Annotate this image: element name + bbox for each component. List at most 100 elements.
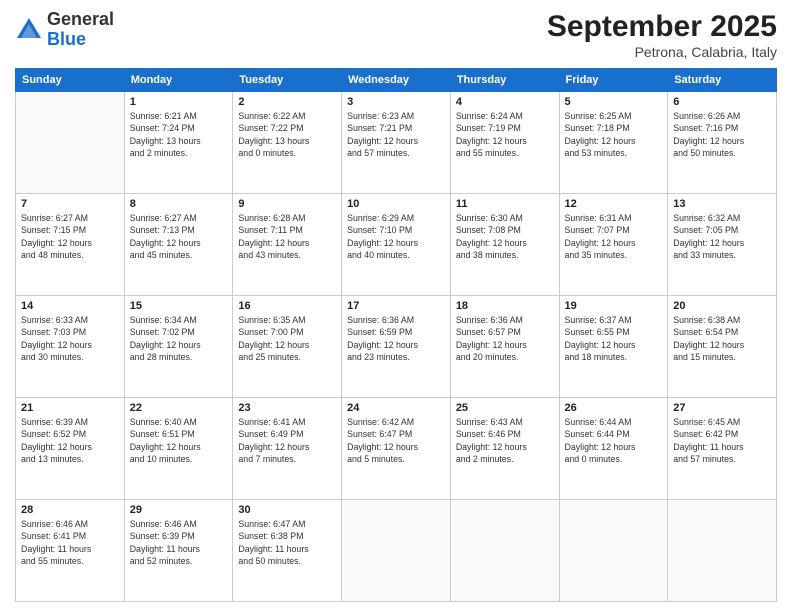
day-info: Sunrise: 6:22 AM Sunset: 7:22 PM Dayligh… bbox=[238, 110, 336, 159]
calendar-cell: 17 Sunrise: 6:36 AM Sunset: 6:59 PM Dayli… bbox=[342, 296, 451, 398]
day-number: 9 bbox=[238, 198, 336, 210]
day-number: 17 bbox=[347, 300, 445, 312]
weekday-header-friday: Friday bbox=[559, 69, 668, 92]
day-info: Sunrise: 6:36 AM Sunset: 6:59 PM Dayligh… bbox=[347, 314, 445, 363]
calendar-cell bbox=[668, 500, 777, 602]
day-info: Sunrise: 6:23 AM Sunset: 7:21 PM Dayligh… bbox=[347, 110, 445, 159]
location-subtitle: Petrona, Calabria, Italy bbox=[547, 44, 777, 60]
day-number: 20 bbox=[673, 300, 771, 312]
calendar-cell: 3 Sunrise: 6:23 AM Sunset: 7:21 PM Daylig… bbox=[342, 92, 451, 194]
week-row-2: 7 Sunrise: 6:27 AM Sunset: 7:15 PM Daylig… bbox=[16, 194, 777, 296]
week-row-3: 14Sunrise: 6:33 AM Sunset: 7:03 PM Dayli… bbox=[16, 296, 777, 398]
week-row-1: 1Sunrise: 6:21 AM Sunset: 7:24 PM Daylig… bbox=[16, 92, 777, 194]
day-info: Sunrise: 6:30 AM Sunset: 7:08 PM Dayligh… bbox=[456, 212, 554, 261]
logo: General Blue bbox=[15, 10, 114, 50]
day-number: 2 bbox=[238, 96, 336, 108]
calendar-cell: 1Sunrise: 6:21 AM Sunset: 7:24 PM Daylig… bbox=[124, 92, 233, 194]
day-info: Sunrise: 6:46 AM Sunset: 6:41 PM Dayligh… bbox=[21, 518, 119, 567]
day-number: 19 bbox=[565, 300, 663, 312]
day-number: 3 bbox=[347, 96, 445, 108]
logo-blue: Blue bbox=[47, 29, 86, 49]
weekday-header-wednesday: Wednesday bbox=[342, 69, 451, 92]
weekday-header-sunday: Sunday bbox=[16, 69, 125, 92]
day-info: Sunrise: 6:34 AM Sunset: 7:02 PM Dayligh… bbox=[130, 314, 228, 363]
day-number: 5 bbox=[565, 96, 663, 108]
day-info: Sunrise: 6:27 AM Sunset: 7:15 PM Dayligh… bbox=[21, 212, 119, 261]
day-number: 29 bbox=[130, 504, 228, 516]
day-number: 8 bbox=[130, 198, 228, 210]
calendar-cell: 9 Sunrise: 6:28 AM Sunset: 7:11 PM Daylig… bbox=[233, 194, 342, 296]
logo-icon bbox=[15, 16, 43, 44]
calendar-cell: 10 Sunrise: 6:29 AM Sunset: 7:10 PM Dayli… bbox=[342, 194, 451, 296]
day-info: Sunrise: 6:45 AM Sunset: 6:42 PM Dayligh… bbox=[673, 416, 771, 465]
day-info: Sunrise: 6:26 AM Sunset: 7:16 PM Dayligh… bbox=[673, 110, 771, 159]
page: General Blue September 2025 Petrona, Cal… bbox=[0, 0, 792, 612]
logo-general: General bbox=[47, 9, 114, 29]
month-title: September 2025 bbox=[547, 10, 777, 44]
day-number: 23 bbox=[238, 402, 336, 414]
calendar-cell: 6 Sunrise: 6:26 AM Sunset: 7:16 PM Daylig… bbox=[668, 92, 777, 194]
day-number: 11 bbox=[456, 198, 554, 210]
day-number: 16 bbox=[238, 300, 336, 312]
calendar-cell: 20Sunrise: 6:38 AM Sunset: 6:54 PM Dayli… bbox=[668, 296, 777, 398]
day-info: Sunrise: 6:44 AM Sunset: 6:44 PM Dayligh… bbox=[565, 416, 663, 465]
day-info: Sunrise: 6:39 AM Sunset: 6:52 PM Dayligh… bbox=[21, 416, 119, 465]
day-number: 13 bbox=[673, 198, 771, 210]
calendar-cell: 15 Sunrise: 6:34 AM Sunset: 7:02 PM Dayli… bbox=[124, 296, 233, 398]
day-number: 4 bbox=[456, 96, 554, 108]
day-number: 27 bbox=[673, 402, 771, 414]
day-number: 14 bbox=[21, 300, 119, 312]
day-info: Sunrise: 6:35 AM Sunset: 7:00 PM Dayligh… bbox=[238, 314, 336, 363]
day-number: 21 bbox=[21, 402, 119, 414]
day-number: 25 bbox=[456, 402, 554, 414]
day-number: 7 bbox=[21, 198, 119, 210]
calendar-cell: 7 Sunrise: 6:27 AM Sunset: 7:15 PM Daylig… bbox=[16, 194, 125, 296]
calendar-cell: 30Sunrise: 6:47 AM Sunset: 6:38 PM Dayli… bbox=[233, 500, 342, 602]
day-info: Sunrise: 6:43 AM Sunset: 6:46 PM Dayligh… bbox=[456, 416, 554, 465]
day-info: Sunrise: 6:28 AM Sunset: 7:11 PM Dayligh… bbox=[238, 212, 336, 261]
calendar-cell: 16 Sunrise: 6:35 AM Sunset: 7:00 PM Dayli… bbox=[233, 296, 342, 398]
day-info: Sunrise: 6:36 AM Sunset: 6:57 PM Dayligh… bbox=[456, 314, 554, 363]
day-info: Sunrise: 6:29 AM Sunset: 7:10 PM Dayligh… bbox=[347, 212, 445, 261]
weekday-header-tuesday: Tuesday bbox=[233, 69, 342, 92]
day-info: Sunrise: 6:24 AM Sunset: 7:19 PM Dayligh… bbox=[456, 110, 554, 159]
day-info: Sunrise: 6:40 AM Sunset: 6:51 PM Dayligh… bbox=[130, 416, 228, 465]
day-number: 15 bbox=[130, 300, 228, 312]
calendar-cell: 11 Sunrise: 6:30 AM Sunset: 7:08 PM Dayli… bbox=[450, 194, 559, 296]
calendar-cell: 24 Sunrise: 6:42 AM Sunset: 6:47 PM Dayli… bbox=[342, 398, 451, 500]
day-info: Sunrise: 6:42 AM Sunset: 6:47 PM Dayligh… bbox=[347, 416, 445, 465]
calendar-cell: 21 Sunrise: 6:39 AM Sunset: 6:52 PM Dayli… bbox=[16, 398, 125, 500]
calendar-cell: 13 Sunrise: 6:32 AM Sunset: 7:05 PM Dayli… bbox=[668, 194, 777, 296]
day-info: Sunrise: 6:21 AM Sunset: 7:24 PM Dayligh… bbox=[130, 110, 228, 159]
calendar-cell: 25 Sunrise: 6:43 AM Sunset: 6:46 PM Dayli… bbox=[450, 398, 559, 500]
day-number: 24 bbox=[347, 402, 445, 414]
calendar-cell: 2 Sunrise: 6:22 AM Sunset: 7:22 PM Daylig… bbox=[233, 92, 342, 194]
calendar-cell: 14Sunrise: 6:33 AM Sunset: 7:03 PM Dayli… bbox=[16, 296, 125, 398]
weekday-header-row: SundayMondayTuesdayWednesdayThursdayFrid… bbox=[16, 69, 777, 92]
calendar-cell: 23 Sunrise: 6:41 AM Sunset: 6:49 PM Dayli… bbox=[233, 398, 342, 500]
day-number: 6 bbox=[673, 96, 771, 108]
day-number: 28 bbox=[21, 504, 119, 516]
calendar-cell: 26 Sunrise: 6:44 AM Sunset: 6:44 PM Dayli… bbox=[559, 398, 668, 500]
title-area: September 2025 Petrona, Calabria, Italy bbox=[547, 10, 777, 60]
calendar-cell: 4 Sunrise: 6:24 AM Sunset: 7:19 PM Daylig… bbox=[450, 92, 559, 194]
calendar-cell: 28 Sunrise: 6:46 AM Sunset: 6:41 PM Dayli… bbox=[16, 500, 125, 602]
day-info: Sunrise: 6:31 AM Sunset: 7:07 PM Dayligh… bbox=[565, 212, 663, 261]
day-number: 12 bbox=[565, 198, 663, 210]
calendar-cell: 12 Sunrise: 6:31 AM Sunset: 7:07 PM Dayli… bbox=[559, 194, 668, 296]
day-info: Sunrise: 6:41 AM Sunset: 6:49 PM Dayligh… bbox=[238, 416, 336, 465]
calendar: SundayMondayTuesdayWednesdayThursdayFrid… bbox=[15, 68, 777, 602]
calendar-cell bbox=[450, 500, 559, 602]
day-number: 22 bbox=[130, 402, 228, 414]
day-info: Sunrise: 6:32 AM Sunset: 7:05 PM Dayligh… bbox=[673, 212, 771, 261]
header: General Blue September 2025 Petrona, Cal… bbox=[15, 10, 777, 60]
day-number: 26 bbox=[565, 402, 663, 414]
week-row-4: 21 Sunrise: 6:39 AM Sunset: 6:52 PM Dayli… bbox=[16, 398, 777, 500]
logo-text: General Blue bbox=[47, 10, 114, 50]
calendar-cell bbox=[559, 500, 668, 602]
calendar-cell: 29Sunrise: 6:46 AM Sunset: 6:39 PM Dayli… bbox=[124, 500, 233, 602]
day-info: Sunrise: 6:25 AM Sunset: 7:18 PM Dayligh… bbox=[565, 110, 663, 159]
calendar-cell: 8Sunrise: 6:27 AM Sunset: 7:13 PM Daylig… bbox=[124, 194, 233, 296]
day-number: 10 bbox=[347, 198, 445, 210]
weekday-header-thursday: Thursday bbox=[450, 69, 559, 92]
